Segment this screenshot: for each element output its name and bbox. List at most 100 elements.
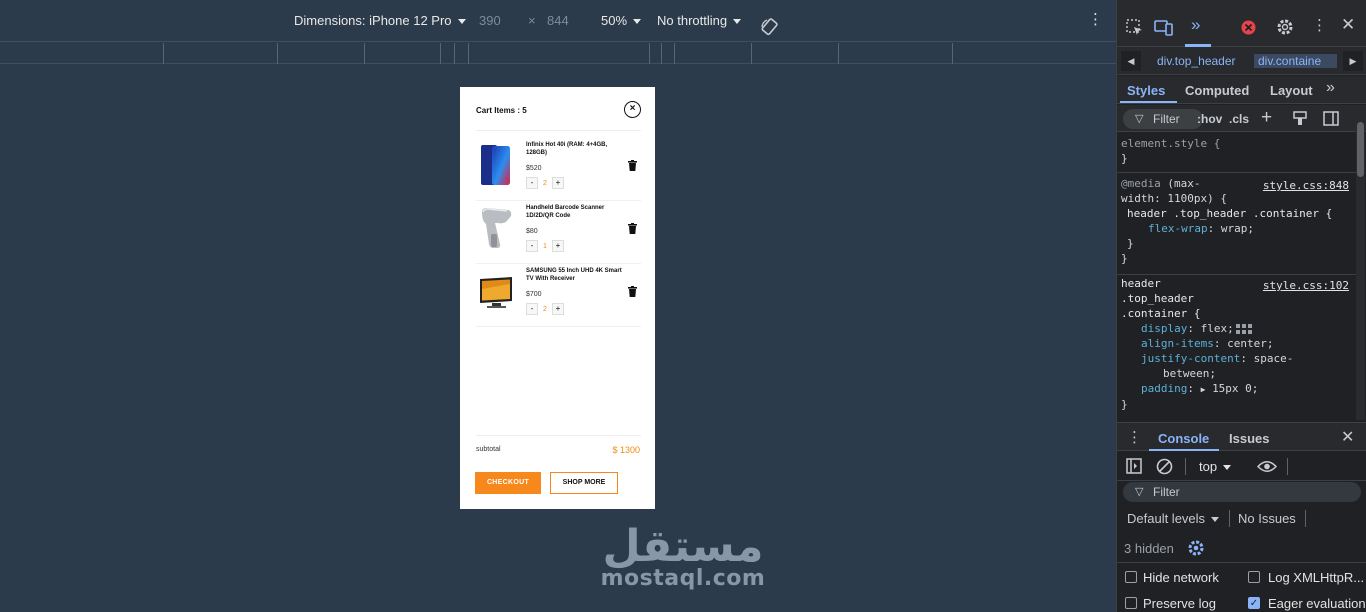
trash-icon[interactable] bbox=[628, 286, 637, 297]
styles-filter-input[interactable]: ▽ Filter bbox=[1123, 109, 1203, 129]
ruler-tick bbox=[277, 43, 278, 64]
media-query-ruler bbox=[0, 43, 1116, 64]
inspect-element-icon[interactable] bbox=[1126, 19, 1144, 37]
zoom-select[interactable]: 50% bbox=[601, 13, 642, 28]
scroll-right-icon[interactable]: ▶ bbox=[1343, 51, 1363, 71]
cart-item: SAMSUNG 55 Inch UHD 4K Smart TV With Rec… bbox=[476, 267, 641, 327]
increase-button[interactable]: + bbox=[552, 303, 564, 315]
context-label: top bbox=[1199, 459, 1218, 474]
trash-icon[interactable] bbox=[628, 223, 637, 234]
paint-brush-icon[interactable] bbox=[1293, 111, 1307, 126]
breadcrumb: ◀ div.top_header div.containe ▶ bbox=[1117, 47, 1366, 75]
gear-icon[interactable] bbox=[1187, 539, 1205, 557]
eager-evaluation-checkbox[interactable]: ✓ bbox=[1248, 597, 1260, 609]
trash-icon[interactable] bbox=[628, 160, 637, 171]
drawer-tabs: ⋮ Console Issues ✕ bbox=[1117, 422, 1366, 451]
expand-triangle-icon[interactable]: ▶ bbox=[1201, 385, 1206, 394]
tab-computed[interactable]: Computed bbox=[1185, 83, 1249, 98]
tab-issues[interactable]: Issues bbox=[1229, 431, 1269, 446]
hide-network-checkbox[interactable] bbox=[1125, 571, 1137, 583]
height-input[interactable]: 844 bbox=[547, 13, 569, 28]
preserve-log-label: Preserve log bbox=[1143, 596, 1216, 611]
sidebar-toggle-icon[interactable] bbox=[1126, 458, 1142, 474]
levels-select[interactable]: Default levels bbox=[1127, 511, 1220, 526]
tab-layout[interactable]: Layout bbox=[1270, 83, 1313, 98]
close-icon[interactable]: × bbox=[624, 101, 641, 118]
decrease-button[interactable]: - bbox=[526, 177, 538, 189]
hover-state-toggle[interactable]: :hov bbox=[1197, 112, 1222, 126]
scroll-thumb[interactable] bbox=[1357, 122, 1364, 177]
increase-button[interactable]: + bbox=[552, 240, 564, 252]
product-price: $520 bbox=[526, 165, 542, 172]
chevron-down-icon bbox=[1223, 465, 1232, 471]
css-property[interactable]: padding bbox=[1141, 382, 1187, 395]
css-property[interactable]: display bbox=[1141, 322, 1187, 335]
source-link[interactable]: style.css:848 bbox=[1263, 178, 1349, 193]
sidebar-toggle-icon[interactable] bbox=[1323, 111, 1339, 126]
dimensions-select[interactable]: Dimensions: iPhone 12 Pro bbox=[294, 13, 466, 28]
breadcrumb-item[interactable]: div.top_header bbox=[1157, 54, 1236, 68]
rotate-icon[interactable] bbox=[760, 17, 780, 37]
eye-icon[interactable] bbox=[1257, 460, 1277, 473]
rule-selector-cont: .top_header bbox=[1121, 292, 1194, 305]
more-tabs-icon[interactable]: » bbox=[1326, 79, 1335, 97]
media-query-cont: width: 1100px) { bbox=[1121, 192, 1227, 205]
product-image bbox=[480, 277, 512, 308]
more-tabs-icon[interactable]: » bbox=[1191, 15, 1200, 35]
css-value[interactable]: wrap; bbox=[1221, 222, 1254, 235]
increase-button[interactable]: + bbox=[552, 177, 564, 189]
more-options-icon[interactable]: ⋮ bbox=[1088, 12, 1103, 27]
checkout-button[interactable]: CHECKOUT bbox=[475, 472, 541, 494]
filter-placeholder: Filter bbox=[1153, 485, 1180, 499]
source-link[interactable]: style.css:102 bbox=[1263, 278, 1349, 293]
tab-styles[interactable]: Styles bbox=[1127, 83, 1165, 98]
class-toggle[interactable]: .cls bbox=[1229, 112, 1249, 126]
ruler-tick bbox=[838, 43, 839, 64]
ruler-tick bbox=[674, 43, 675, 64]
rule-close: } bbox=[1121, 398, 1128, 411]
css-value-cont[interactable]: between; bbox=[1121, 366, 1353, 381]
error-icon[interactable] bbox=[1241, 20, 1256, 35]
dimensions-label: Dimensions: iPhone 12 Pro bbox=[294, 13, 452, 28]
media-close: } bbox=[1121, 252, 1128, 265]
css-property[interactable]: justify-content bbox=[1141, 352, 1240, 365]
css-value[interactable]: 15px 0; bbox=[1212, 382, 1258, 395]
issues-count[interactable]: No Issues bbox=[1238, 511, 1296, 526]
css-property[interactable]: flex-wrap bbox=[1148, 222, 1208, 235]
device-toolbar-icon[interactable] bbox=[1154, 19, 1174, 37]
devtools-panel: » ⋮ ✕ ◀ div.top_header div.containe ▶ St… bbox=[1116, 0, 1366, 612]
gear-icon[interactable] bbox=[1276, 18, 1294, 36]
quantity-value: 2 bbox=[543, 305, 547, 313]
chevron-down-icon bbox=[633, 19, 642, 25]
main-rule: header style.css:102 .top_header .contai… bbox=[1121, 276, 1353, 412]
media-query: (max- bbox=[1160, 177, 1201, 190]
context-select[interactable]: top bbox=[1199, 459, 1232, 474]
preserve-log-checkbox[interactable] bbox=[1125, 597, 1137, 609]
width-input[interactable]: 390 bbox=[479, 13, 501, 28]
css-value[interactable]: space- bbox=[1254, 352, 1294, 365]
css-value[interactable]: flex; bbox=[1201, 322, 1234, 335]
shop-more-button[interactable]: SHOP MORE bbox=[550, 472, 618, 494]
decrease-button[interactable]: - bbox=[526, 240, 538, 252]
close-icon[interactable]: ✕ bbox=[1341, 15, 1355, 35]
throttling-select[interactable]: No throttling bbox=[657, 13, 742, 28]
css-property[interactable]: align-items bbox=[1141, 337, 1214, 350]
close-icon[interactable]: ✕ bbox=[1341, 427, 1354, 447]
styles-scrollbar[interactable] bbox=[1356, 122, 1365, 420]
divider bbox=[1117, 172, 1357, 173]
product-name: SAMSUNG 55 Inch UHD 4K Smart TV With Rec… bbox=[526, 268, 622, 282]
decrease-button[interactable]: - bbox=[526, 303, 538, 315]
css-value[interactable]: center; bbox=[1227, 337, 1273, 350]
more-options-icon[interactable]: ⋮ bbox=[1312, 16, 1327, 34]
console-filter-input[interactable]: ▽ Filter bbox=[1123, 482, 1361, 502]
drawer-menu-icon[interactable]: ⋮ bbox=[1127, 428, 1142, 446]
rule-selector: element.style { bbox=[1121, 137, 1221, 150]
clear-console-icon[interactable] bbox=[1156, 458, 1173, 475]
tab-console[interactable]: Console bbox=[1158, 431, 1209, 446]
flexbox-editor-icon[interactable] bbox=[1235, 323, 1252, 335]
add-rule-icon[interactable]: + bbox=[1261, 107, 1272, 129]
scroll-left-icon[interactable]: ◀ bbox=[1121, 51, 1141, 71]
log-xhr-checkbox[interactable] bbox=[1248, 571, 1260, 583]
device-viewport: Dimensions: iPhone 12 Pro 390 × 844 50% … bbox=[0, 0, 1116, 612]
breadcrumb-item-active[interactable]: div.containe bbox=[1254, 54, 1337, 68]
